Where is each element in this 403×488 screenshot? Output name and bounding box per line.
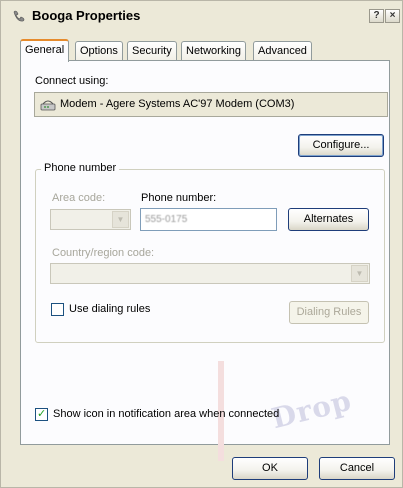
chevron-down-icon[interactable]: ▼ <box>112 211 129 228</box>
window-title: Booga Properties <box>32 8 141 23</box>
tab-networking[interactable]: Networking <box>181 41 247 61</box>
phone-number-input[interactable]: 555-0175 <box>140 208 277 231</box>
phone-number-label: Phone number: <box>141 192 217 204</box>
chevron-down-icon[interactable]: ▼ <box>351 265 368 282</box>
phone-number-value: 555-0175 <box>145 214 188 225</box>
country-region-dropdown[interactable]: ▼ <box>50 263 370 284</box>
phone-number-group-title: Phone number <box>41 162 120 174</box>
help-button[interactable]: ? <box>369 9 384 23</box>
modem-name: Modem - Agere Systems AC'97 Modem (COM3) <box>60 98 295 110</box>
use-dialing-rules-checkbox[interactable] <box>51 303 64 316</box>
tab-general[interactable]: General <box>20 39 70 62</box>
alternates-button[interactable]: Alternates <box>288 208 369 231</box>
cancel-button[interactable]: Cancel <box>319 457 395 480</box>
title-bar[interactable]: Booga Properties ? × <box>1 1 402 31</box>
close-button[interactable]: × <box>385 9 400 23</box>
modem-icon <box>40 100 56 111</box>
connect-using-label: Connect using: <box>35 75 109 87</box>
area-code-label: Area code: <box>52 192 106 204</box>
ok-button[interactable]: OK <box>232 457 308 480</box>
properties-window: Booga Properties ? × General Options Sec… <box>0 0 403 488</box>
checkmark-icon: ✓ <box>37 408 47 420</box>
show-notification-icon-checkbox[interactable]: ✓ <box>35 408 48 421</box>
tab-security[interactable]: Security <box>127 41 177 61</box>
dialing-rules-button[interactable]: Dialing Rules <box>289 301 369 324</box>
modem-device-display: Modem - Agere Systems AC'97 Modem (COM3) <box>34 92 388 117</box>
tab-options[interactable]: Options <box>75 41 123 61</box>
country-region-label: Country/region code: <box>52 247 155 259</box>
area-code-dropdown[interactable]: ▼ <box>50 209 131 230</box>
dialup-connection-icon <box>13 10 25 22</box>
configure-button[interactable]: Configure... <box>298 134 384 157</box>
tab-advanced[interactable]: Advanced <box>253 41 312 61</box>
use-dialing-rules-label[interactable]: Use dialing rules <box>69 303 150 315</box>
show-notification-icon-label[interactable]: Show icon in notification area when conn… <box>53 408 279 420</box>
